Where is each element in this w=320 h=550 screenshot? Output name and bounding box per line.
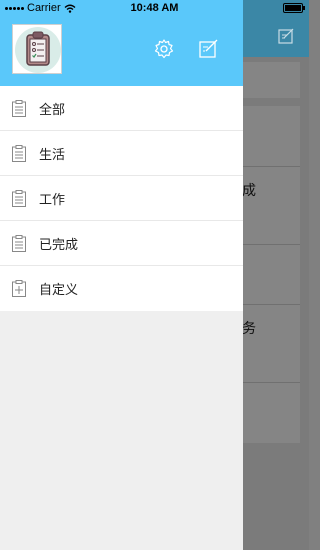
clipboard-plus-icon (12, 280, 26, 297)
clipboard-icon (12, 99, 26, 117)
bg-divider (243, 244, 300, 245)
bg-search-panel (243, 62, 300, 98)
status-bar: Carrier 10:48 AM (0, 0, 309, 18)
menu-item-work[interactable]: 工作 (0, 176, 243, 221)
menu-item-label: 已完成 (39, 237, 79, 253)
battery-icon (283, 3, 305, 13)
compose-icon (278, 28, 294, 44)
menu-item-label: 全部 (39, 102, 66, 118)
clipboard-icon (12, 234, 26, 252)
menu-item-custom[interactable]: 自定义 (0, 266, 243, 311)
menu-item-life[interactable]: 生活 (0, 131, 243, 176)
clipboard-icon (12, 189, 26, 207)
side-drawer: 全部 生活 工作 已完成 自定义 (0, 0, 243, 550)
menu-item-label: 生活 (39, 147, 66, 163)
menu-item-label: 自定义 (39, 283, 79, 298)
menu-item-label: 工作 (39, 192, 66, 208)
menu-item-completed[interactable]: 已完成 (0, 221, 243, 266)
bg-list-panel (243, 106, 300, 443)
bg-divider (243, 304, 300, 305)
clipboard-logo-icon (15, 27, 61, 73)
bg-divider (243, 382, 300, 383)
app-logo (12, 24, 62, 74)
edit-icon[interactable] (198, 38, 220, 60)
status-time: 10:48 AM (130, 2, 179, 14)
category-menu: 全部 生活 工作 已完成 自定义 (0, 86, 243, 311)
menu-item-all[interactable]: 全部 (0, 86, 243, 131)
bg-divider (243, 166, 300, 167)
clipboard-icon (12, 144, 26, 162)
settings-icon[interactable] (153, 38, 175, 60)
